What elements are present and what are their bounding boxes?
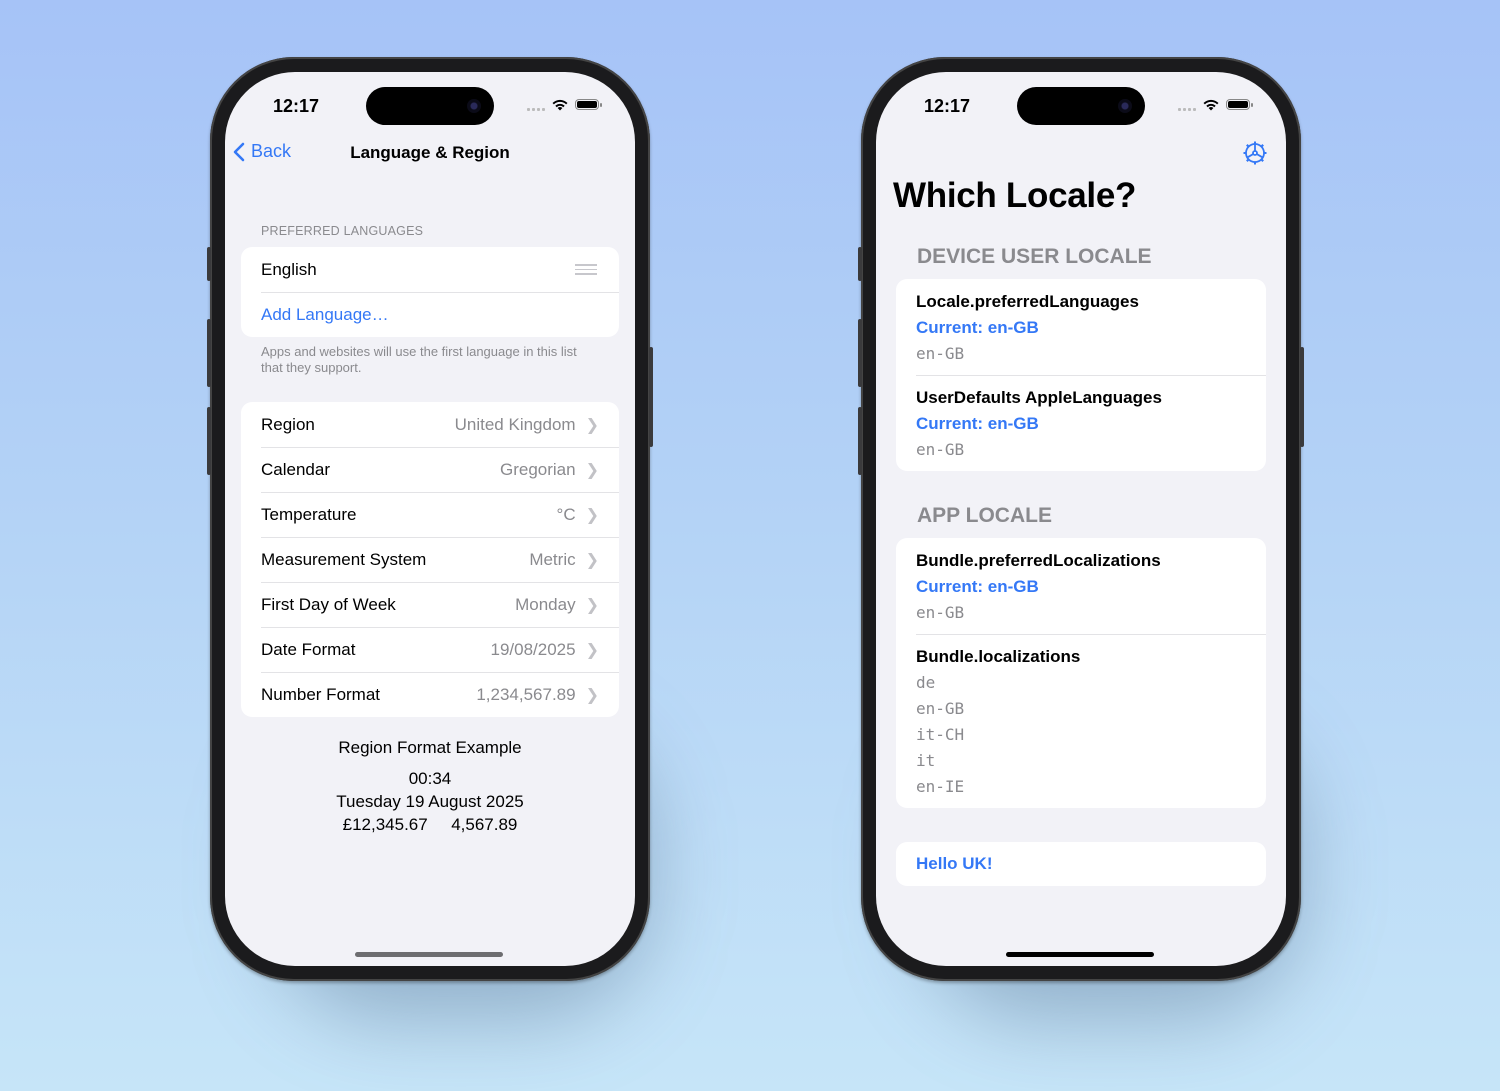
- battery-icon: [575, 99, 602, 110]
- home-indicator[interactable]: [355, 952, 503, 957]
- action-button: [207, 247, 211, 281]
- item-value: it-CH: [916, 725, 965, 744]
- settings-row-temperature[interactable]: Temperature °C ❯: [241, 492, 619, 537]
- settings-row-date-format[interactable]: Date Format 19/08/2025 ❯: [241, 627, 619, 672]
- region-example-numbers: £12,345.67 4,567.89: [225, 813, 635, 836]
- region-example-currency: £12,345.67: [342, 815, 428, 834]
- row-value: United Kingdom: [454, 414, 576, 434]
- region-example-number: 4,567.89: [451, 815, 518, 834]
- device-user-locale-card: Locale.preferredLanguages Current: en-GB…: [896, 279, 1266, 471]
- item-current: Current: en-GB: [916, 318, 1039, 337]
- chevron-right-icon: ❯: [585, 641, 599, 659]
- app-locale-card: Bundle.preferredLocalizations Current: e…: [896, 538, 1266, 808]
- section-header-app-locale: APP LOCALE: [917, 504, 1052, 527]
- row-label: Number Format: [261, 684, 381, 704]
- phone-settings: 12:17 Back Language & Region PREFERRED L…: [207, 57, 653, 981]
- region-format-example-title: Region Format Example: [338, 738, 522, 757]
- greeting-text: Hello UK!: [916, 854, 993, 873]
- chevron-right-icon: ❯: [585, 686, 599, 704]
- item-value: en-GB: [916, 344, 965, 363]
- language-row[interactable]: English: [241, 247, 619, 292]
- home-indicator[interactable]: [1006, 952, 1154, 957]
- list-item: Bundle.localizations de en-GB it-CH it e…: [896, 634, 1266, 808]
- status-time: 12:17: [924, 96, 971, 116]
- status-icons: [1178, 98, 1253, 111]
- language-label: English: [261, 259, 317, 279]
- status-icons: [527, 98, 602, 111]
- item-current: Current: en-GB: [916, 577, 1039, 596]
- item-value: en-GB: [916, 440, 965, 459]
- screen: 12:17 Back Language & Region PREFERRED L…: [225, 72, 635, 966]
- preferred-languages-footer: Apps and websites will use the first lan…: [261, 344, 577, 375]
- region-example-date: Tuesday 19 August 2025: [336, 792, 524, 811]
- camera-icon: [1118, 99, 1132, 113]
- phone-which-locale-app: 12:17 Which Locale? DEVICE USER LOCALE L…: [858, 57, 1304, 981]
- item-value: en-GB: [916, 699, 965, 718]
- item-title: Locale.preferredLanguages: [916, 292, 1139, 311]
- row-label: First Day of Week: [261, 594, 396, 614]
- settings-row-calendar[interactable]: Calendar Gregorian ❯: [241, 447, 619, 492]
- item-title: UserDefaults AppleLanguages: [916, 388, 1162, 407]
- item-value: en-GB: [916, 603, 965, 622]
- list-item: UserDefaults AppleLanguages Current: en-…: [896, 375, 1266, 471]
- battery-icon: [1226, 99, 1253, 110]
- item-value: de: [916, 673, 936, 692]
- settings-row-region[interactable]: Region United Kingdom ❯: [241, 402, 619, 447]
- row-value: Metric: [529, 549, 576, 569]
- add-language-button[interactable]: Add Language…: [241, 292, 619, 337]
- greeting-card: Hello UK!: [896, 842, 1266, 886]
- side-button: [1300, 347, 1304, 447]
- reorder-handle-icon[interactable]: [575, 264, 597, 275]
- row-value: 1,234,567.89: [476, 684, 576, 704]
- region-example-time: 00:34: [408, 769, 452, 788]
- section-header-device-user-locale: DEVICE USER LOCALE: [917, 245, 1152, 268]
- row-label: Measurement System: [261, 549, 427, 569]
- row-value: 19/08/2025: [490, 639, 576, 659]
- row-value: °C: [556, 504, 576, 524]
- screen: 12:17 Which Locale? DEVICE USER LOCALE L…: [876, 72, 1286, 966]
- settings-row-measurement-system[interactable]: Measurement System Metric ❯: [241, 537, 619, 582]
- volume-up-button: [858, 319, 862, 387]
- volume-down-button: [858, 407, 862, 475]
- chevron-right-icon: ❯: [585, 506, 599, 524]
- row-value: Gregorian: [499, 459, 576, 479]
- chevron-right-icon: ❯: [585, 551, 599, 569]
- preferred-languages-group: English Add Language…: [241, 247, 619, 337]
- volume-up-button: [207, 319, 211, 387]
- status-time: 12:17: [273, 96, 320, 116]
- row-label: Calendar: [261, 459, 330, 479]
- list-item: Locale.preferredLanguages Current: en-GB…: [896, 279, 1266, 375]
- cellular-dots-icon: [1178, 99, 1196, 111]
- item-current: Current: en-GB: [916, 414, 1039, 433]
- dynamic-island: [366, 87, 494, 125]
- volume-down-button: [207, 407, 211, 475]
- chevron-right-icon: ❯: [585, 596, 599, 614]
- settings-row-number-format[interactable]: Number Format 1,234,567.89 ❯: [241, 672, 619, 717]
- row-label: Temperature: [261, 504, 357, 524]
- wifi-icon: [552, 99, 568, 111]
- chevron-right-icon: ❯: [585, 416, 599, 434]
- cellular-dots-icon: [527, 99, 545, 111]
- page-title: Which Locale?: [893, 176, 1137, 215]
- preferred-languages-header: PREFERRED LANGUAGES: [261, 224, 424, 238]
- side-button: [649, 347, 653, 447]
- add-language-label: Add Language…: [261, 304, 389, 324]
- item-value: en-IE: [916, 777, 965, 796]
- item-title: Bundle.localizations: [916, 647, 1081, 666]
- item-value: it: [916, 751, 936, 770]
- row-value: Monday: [515, 594, 576, 614]
- settings-row-first-day-of-week[interactable]: First Day of Week Monday ❯: [241, 582, 619, 627]
- action-button: [858, 247, 862, 281]
- page-title: Language & Region: [350, 143, 510, 162]
- row-label: Date Format: [261, 639, 356, 659]
- item-title: Bundle.preferredLocalizations: [916, 551, 1161, 570]
- camera-icon: [467, 99, 481, 113]
- list-item: Bundle.preferredLocalizations Current: e…: [896, 538, 1266, 634]
- region-settings-group: Region United Kingdom ❯ Calendar Gregori…: [241, 402, 619, 717]
- dynamic-island: [1017, 87, 1145, 125]
- chevron-right-icon: ❯: [585, 461, 599, 479]
- row-label: Region: [261, 414, 315, 434]
- gear-icon[interactable]: [1242, 140, 1268, 166]
- wifi-icon: [1203, 99, 1219, 111]
